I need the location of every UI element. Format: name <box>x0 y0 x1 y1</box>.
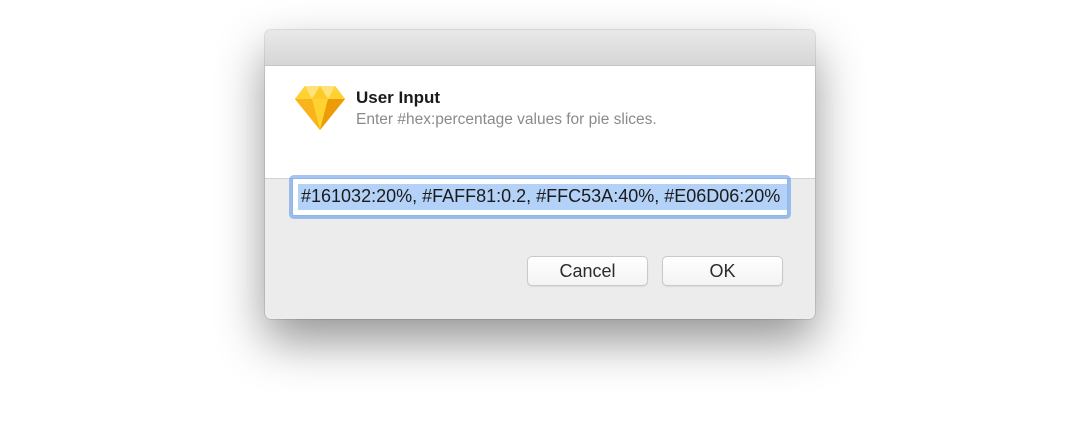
hex-percentage-input[interactable]: #161032:20%, #FAFF81:0.2, #FFC53A:40%, #… <box>292 178 788 216</box>
user-input-dialog: User Input Enter #hex:percentage values … <box>265 30 815 319</box>
dialog-header: User Input Enter #hex:percentage values … <box>265 66 815 179</box>
ok-button[interactable]: OK <box>662 256 783 286</box>
dialog-title: User Input <box>356 88 441 107</box>
desktop-background: User Input Enter #hex:percentage values … <box>0 0 1080 424</box>
dialog-titlebar[interactable] <box>265 30 815 66</box>
sketch-diamond-icon <box>295 86 345 130</box>
dialog-subtitle: Enter #hex:percentage values for pie sli… <box>356 111 657 128</box>
input-value: #161032:20%, #FAFF81:0.2, #FFC53A:40%, #… <box>301 186 781 206</box>
cancel-button[interactable]: Cancel <box>527 256 648 286</box>
